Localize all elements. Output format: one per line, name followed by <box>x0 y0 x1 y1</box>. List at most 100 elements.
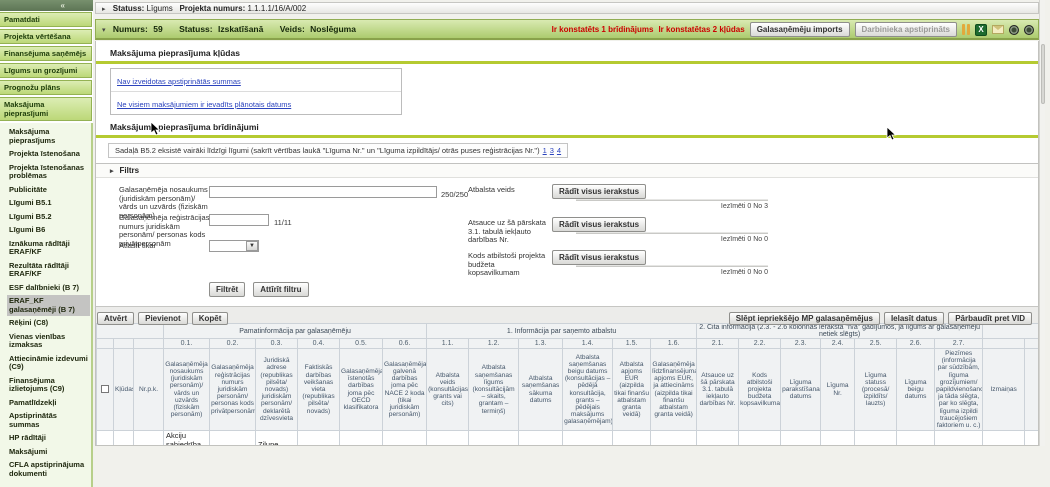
column-number: 0.6. <box>383 339 427 349</box>
statuss-label: Statuss: <box>179 24 213 34</box>
project-status-bar: ▸ Statuss: Līgums Projekta numurs: 1.1.1… <box>95 2 1039 14</box>
selected-count-text: Iezīmēti 0 No 3 <box>721 203 768 210</box>
sidebar-item-l-gumi-b6[interactable]: Līgumi B6 <box>7 224 90 237</box>
column-header-c22: Kods atbilstoši projekta budžeta kopsavi… <box>739 349 781 431</box>
name-filter-counter: 250/250 <box>441 190 468 199</box>
sidebar-item-izn-kuma-r-d-t-ji-eraf-kf[interactable]: Iznākuma rādītāji ERAF/KF <box>7 238 90 259</box>
sidebar-section-pamatdati[interactable]: Pamatdati <box>0 12 92 27</box>
request-header-bar: ▾ Numurs: 59 Statuss: Izskatīšanā Veids:… <box>95 19 1039 40</box>
filter-section-bar[interactable]: ▸ Filtrs <box>96 164 1038 178</box>
check-vid-button[interactable]: Pārbaudīt pret VID <box>948 312 1032 325</box>
error-link[interactable]: Ne visiem maksājumiem ir ievadīts plānot… <box>117 100 291 109</box>
sidebar-item-pamatl-dzek-i[interactable]: Pamatlīdzekļi <box>7 397 90 410</box>
excel-export-icon[interactable]: X <box>975 24 987 36</box>
chevron-down-icon[interactable]: ▼ <box>246 241 258 251</box>
approve-button[interactable]: Darbinieka apstiprināts <box>855 22 957 37</box>
expand-arrow-icon[interactable]: ▸ <box>102 5 106 13</box>
hide-previous-recipients-button[interactable]: Slēpt iepriekšējo MP galasaņēmējus <box>729 312 880 325</box>
filter-title: Filtrs <box>120 166 140 175</box>
warning-message-text: Sadaļā B5.2 eksistē vairāki līdzīgi līgu… <box>115 146 540 155</box>
selected-count-text: Iezīmēti 0 No 0 <box>721 236 768 243</box>
show-all-records-button[interactable]: Rādīt visus ierakstus <box>552 250 646 265</box>
warning-detail-link[interactable]: 3 <box>550 146 554 155</box>
column-number: 1.5. <box>613 339 651 349</box>
sidebar-section-maks-juma-piepras-jumi[interactable]: Maksājuma pieprasījumi <box>0 97 92 121</box>
sidebar-item-vienas-vien-bas-izmaksas[interactable]: Vienas vienības izmaksas <box>7 331 90 352</box>
name-filter-input[interactable] <box>209 186 437 198</box>
vertical-scrollbar[interactable] <box>1039 0 1045 446</box>
errors-section-title: Maksājuma pieprasījuma kļūdas <box>96 41 1038 61</box>
load-data-button[interactable]: Ielasīt datus <box>884 312 944 325</box>
filter-clear-button[interactable]: Attīrīt filtru <box>253 282 308 297</box>
reg-filter-input[interactable] <box>209 214 269 226</box>
sidebar-item-attiecin-mie-izdevumi-c9-[interactable]: Attiecināmie izdevumi (C9) <box>7 353 90 374</box>
sidebar-section-finans-juma-sa-m-js[interactable]: Finansējuma saņēmējs <box>0 46 92 61</box>
select-all-checkbox[interactable] <box>101 385 109 393</box>
column-header-c01: Galasaņēmēja nosaukums (juridiskām perso… <box>164 349 210 431</box>
expand-arrow-icon[interactable]: ▸ <box>110 167 114 175</box>
table-row[interactable]: 1Akciju sabiedrība, ar nerezidentāja reģ… <box>97 431 1040 446</box>
column-header-c15: Atbalsta apjoms EUR (aizpilda tikai fina… <box>613 349 651 431</box>
sidebar-item-maks-juma-piepras-jums[interactable]: Maksājuma pieprasījums <box>7 126 90 147</box>
cell-c12 <box>469 431 519 446</box>
select-only-dropdown[interactable]: ▼ <box>209 240 259 252</box>
column-number: 1.1. <box>427 339 469 349</box>
filter-right-group: Kods atbilstoši projekta budžeta kopsavi… <box>468 250 778 277</box>
sidebar-section-l-gums-un-groz-jumi[interactable]: Līgums un grozījumi <box>0 63 92 78</box>
show-all-records-button[interactable]: Rādīt visus ierakstus <box>552 184 646 199</box>
import-button[interactable]: Galasaņēmēju imports <box>750 22 850 37</box>
sidebar-item-esf-dal-bnieki-b-7-[interactable]: ESF dalībnieki (B 7) <box>7 282 90 295</box>
column-header-c24: Līguma Nr. <box>821 349 855 431</box>
round-button-1-icon[interactable] <box>1009 25 1019 35</box>
warning-detail-link[interactable]: 1 <box>543 146 547 155</box>
column-number: 0.5. <box>340 339 383 349</box>
column-number <box>114 339 134 349</box>
warning-count-text: Ir konstatēts 1 brīdinājums <box>552 25 654 34</box>
sidebar-item-l-gumi-b5-2[interactable]: Līgumi B5.2 <box>7 211 90 224</box>
sidebar-item-eraf-kf-galasa-m-ji-b-7-[interactable]: ERAF_KF galasaņēmēji (B 7) <box>7 295 90 316</box>
warning-detail-link[interactable]: 4 <box>557 146 561 155</box>
filter-apply-button[interactable]: Filtrēt <box>209 282 245 297</box>
content-panel: Maksājuma pieprasījuma kļūdas Nav izveid… <box>95 41 1039 446</box>
column-header-c27: Piezīmes (informācija par sūdzībām, līgu… <box>935 349 983 431</box>
sidebar-item-finans-juma-izlietojums-c9-[interactable]: Finansējuma izlietojums (C9) <box>7 375 90 396</box>
sidebar-item-cfla-apstiprin-juma-dokumenti[interactable]: CFLA apstiprinājuma dokumenti <box>7 459 90 480</box>
copy-button[interactable]: Kopēt <box>192 312 229 325</box>
sidebar-item-hp-r-d-t-ji[interactable]: HP rādītāji <box>7 432 90 445</box>
show-all-records-button[interactable]: Rādīt visus ierakstus <box>552 217 646 232</box>
column-number: 1.6. <box>651 339 697 349</box>
cell-c14 <box>563 431 613 446</box>
column-number <box>97 339 114 349</box>
sidebar-item-r-ini-c8-[interactable]: Rēķini (C8) <box>7 317 90 330</box>
sidebar-section-projekta-v-rt-ana[interactable]: Projekta vērtēšana <box>0 29 92 44</box>
sidebar-item-maks-jumi[interactable]: Maksājumi <box>7 446 90 459</box>
column-number: 0.2. <box>210 339 256 349</box>
sidebar-item-apstiprin-t-s-summas[interactable]: Apstiprinātās summas <box>7 410 90 431</box>
round-button-2-icon[interactable] <box>1024 25 1034 35</box>
envelope-icon[interactable] <box>992 25 1004 34</box>
column-header-c14: Atbalsta saņemšanas beigu datums (konsul… <box>563 349 613 431</box>
sidebar-item-projekta-steno-anas-probl-mas[interactable]: Projekta īstenošanas problēmas <box>7 162 90 183</box>
sidebar-item-l-gumi-b5-1[interactable]: Līgumi B5.1 <box>7 197 90 210</box>
reg-filter-counter: 11/11 <box>274 218 292 227</box>
sidebar-item-projekta-steno-ana[interactable]: Projekta īstenošana <box>7 148 90 161</box>
error-link[interactable]: Nav izveidotas apstiprinātās summas <box>117 77 241 86</box>
sidebar-item-publicit-te[interactable]: Publicitāte <box>7 184 90 197</box>
scrollbar-thumb[interactable] <box>1041 44 1045 104</box>
selection-progress-bar <box>576 265 768 267</box>
recipients-table: Pamatinformācija par galasaņēmēju1. Info… <box>96 323 1039 446</box>
column-number: 1.4. <box>563 339 613 349</box>
cell-nr: 1 <box>134 431 164 446</box>
add-button[interactable]: Pievienot <box>138 312 188 325</box>
sidebar-section-progno-u-pl-ns[interactable]: Prognožu plāns <box>0 80 92 95</box>
statuss-value: Izskatīšanā <box>218 24 263 34</box>
sidebar-item-rezult-ta-r-d-t-ji-eraf-kf[interactable]: Rezultāta rādītāji ERAF/KF <box>7 260 90 281</box>
column-number: 0.1. <box>164 339 210 349</box>
cell-c01: Akciju sabiedrība, ar nerezidentāja reģ.… <box>164 431 210 446</box>
open-button[interactable]: Atvērt <box>97 312 134 325</box>
error-count-text: Ir konstatētas 2 kļūdas <box>658 25 744 34</box>
sidebar-collapse-icon[interactable]: « <box>61 1 65 10</box>
table-toolbar: Atvērt Pievienot Kopēt Slēpt iepriekšējo M… <box>96 306 1038 323</box>
collapse-arrow-icon[interactable]: ▾ <box>102 26 106 34</box>
sidebar-header: « <box>0 0 93 11</box>
